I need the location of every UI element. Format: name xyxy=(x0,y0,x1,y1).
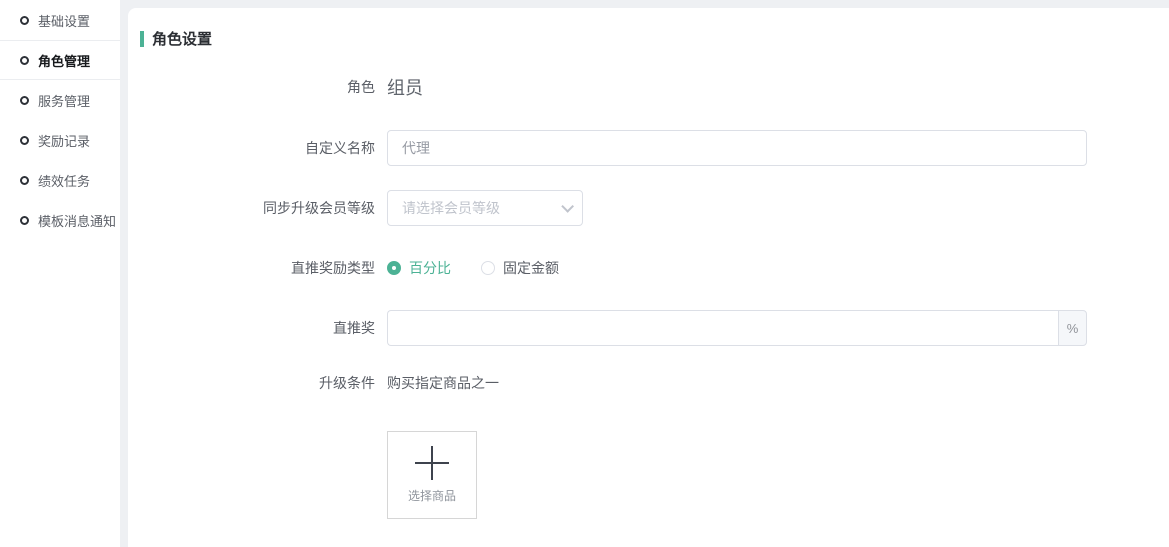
direct-reward-input-group: % xyxy=(387,310,1087,346)
custom-name-label: 自定义名称 xyxy=(128,138,375,158)
sidebar-item-label: 基础设置 xyxy=(38,11,90,30)
radio-checked-icon xyxy=(387,261,401,275)
form-row-upgrade-condition: 升级条件 购买指定商品之一 xyxy=(128,373,1169,392)
page-title: 角色设置 xyxy=(152,28,212,49)
sidebar: 基础设置 角色管理 服务管理 奖励记录 绩效任务 模板消息通知 xyxy=(0,0,120,547)
sidebar-item-label: 绩效任务 xyxy=(38,171,90,190)
direct-reward-input[interactable] xyxy=(387,310,1058,346)
sidebar-item-template-message-notify[interactable]: 模板消息通知 xyxy=(0,200,120,240)
sidebar-item-label: 服务管理 xyxy=(38,91,90,110)
radio-option-fixed-amount[interactable]: 固定金额 xyxy=(481,258,559,278)
sync-level-label: 同步升级会员等级 xyxy=(128,198,375,218)
role-value: 组员 xyxy=(387,74,423,100)
select-product-label: 选择商品 xyxy=(408,487,456,504)
select-placeholder: 请选择会员等级 xyxy=(402,198,500,218)
form-row-product-picker: 选择商品 xyxy=(128,431,1169,519)
upgrade-condition-value: 购买指定商品之一 xyxy=(387,373,499,393)
circle-icon xyxy=(20,96,29,105)
direct-reward-label: 直推奖 xyxy=(128,318,375,338)
sidebar-item-reward-records[interactable]: 奖励记录 xyxy=(0,120,120,160)
radio-option-percentage[interactable]: 百分比 xyxy=(387,258,451,278)
upgrade-condition-label: 升级条件 xyxy=(128,373,375,393)
form-row-direct-reward: 直推奖 % xyxy=(128,310,1169,346)
radio-label: 固定金额 xyxy=(503,258,559,278)
sidebar-item-role-management[interactable]: 角色管理 xyxy=(0,40,120,80)
circle-icon xyxy=(20,16,29,25)
sidebar-item-basic-settings[interactable]: 基础设置 xyxy=(0,0,120,40)
chevron-down-icon xyxy=(561,200,574,213)
sidebar-item-label: 奖励记录 xyxy=(38,131,90,150)
sidebar-item-label: 模板消息通知 xyxy=(38,211,116,230)
main-panel: 角色设置 角色 组员 自定义名称 同步升级会员等级 请选择会员等级 直推奖励类型 xyxy=(128,8,1169,547)
form-row-reward-type: 直推奖励类型 百分比 固定金额 xyxy=(128,259,1169,277)
sidebar-item-service-management[interactable]: 服务管理 xyxy=(0,80,120,120)
plus-icon xyxy=(415,446,449,480)
sidebar-item-label: 角色管理 xyxy=(38,51,90,70)
circle-icon xyxy=(20,136,29,145)
accent-bar xyxy=(140,31,144,47)
reward-type-label: 直推奖励类型 xyxy=(128,258,375,278)
section-header: 角色设置 xyxy=(140,28,212,49)
circle-icon xyxy=(20,56,29,65)
custom-name-input[interactable] xyxy=(387,130,1087,166)
circle-icon xyxy=(20,176,29,185)
sidebar-item-performance-tasks[interactable]: 绩效任务 xyxy=(0,160,120,200)
select-product-button[interactable]: 选择商品 xyxy=(387,431,477,519)
form-row-sync-level: 同步升级会员等级 请选择会员等级 xyxy=(128,190,1169,226)
radio-unchecked-icon xyxy=(481,261,495,275)
role-label: 角色 xyxy=(128,77,375,97)
reward-type-radio-group: 百分比 固定金额 xyxy=(387,258,589,278)
percent-unit-suffix: % xyxy=(1058,310,1087,346)
member-level-select[interactable]: 请选择会员等级 xyxy=(387,190,583,226)
circle-icon xyxy=(20,216,29,225)
form-row-custom-name: 自定义名称 xyxy=(128,130,1169,166)
radio-label: 百分比 xyxy=(409,258,451,278)
form-row-role: 角色 组员 xyxy=(128,74,1169,100)
